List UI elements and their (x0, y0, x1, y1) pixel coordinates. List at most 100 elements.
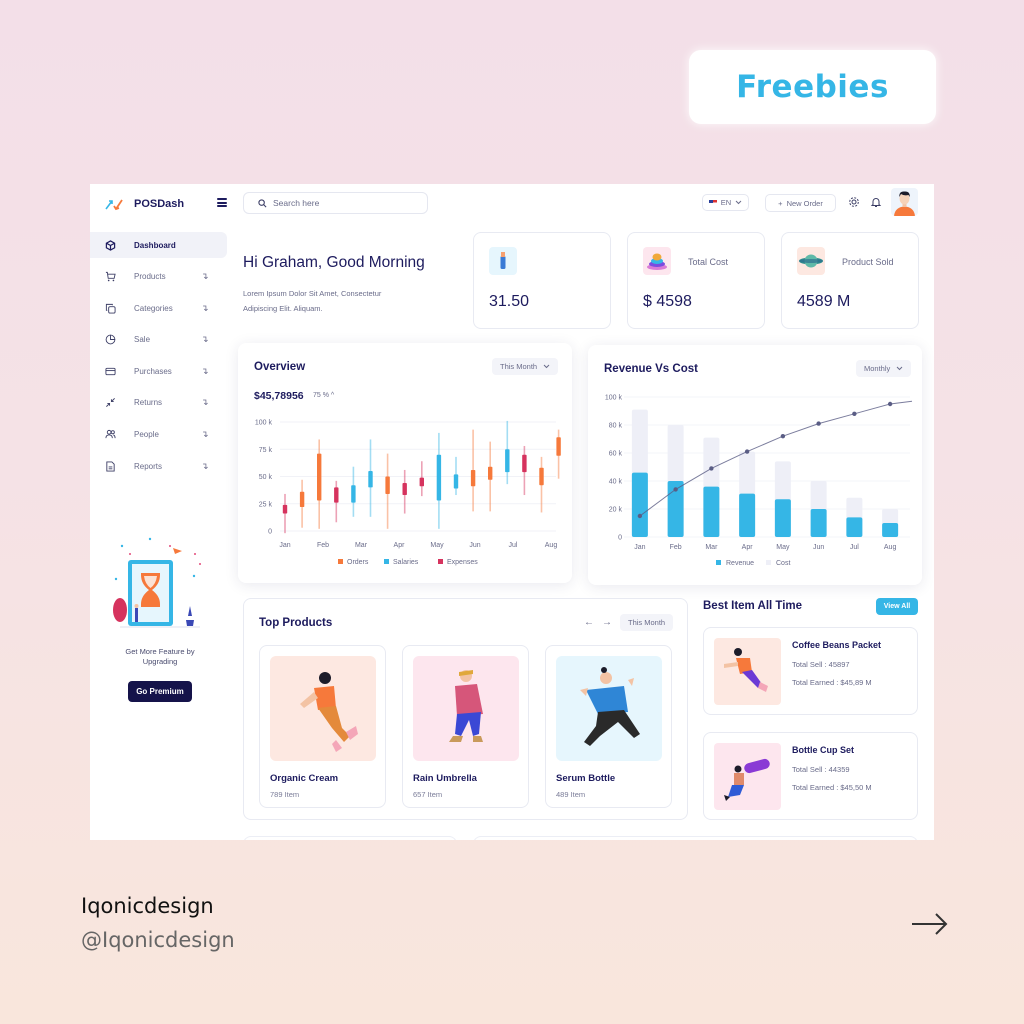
best-item-card[interactable]: Coffee Beans Packet Total Sell : 45897 T… (703, 627, 918, 715)
product-card[interactable]: Organic Cream 789 Item (259, 645, 386, 808)
arrow-right-icon[interactable] (911, 910, 949, 938)
bell-icon[interactable] (870, 196, 882, 208)
candle-body (368, 471, 373, 488)
search-input[interactable]: Search here (243, 192, 428, 214)
y-tick-label: 100 k (605, 395, 623, 402)
view-all-button[interactable]: View All (876, 598, 918, 615)
x-tick-label: Apr (394, 542, 406, 549)
user-avatar[interactable] (891, 188, 918, 216)
stat-card-total-cost: Total Cost $ 4598 (627, 232, 765, 329)
pie-chart-icon (105, 334, 116, 345)
x-tick-label: May (776, 544, 790, 551)
x-tick-label: Aug (884, 544, 897, 551)
revenue-cost-bar-chart: 0 20 k 40 k 60 k 80 k 100 k Jan Feb Mar Apr May Jun… (605, 395, 913, 567)
sidebar-item-returns[interactable]: Returns ↴ (90, 390, 227, 416)
x-tick-label: Apr (742, 544, 754, 551)
product-count: 657 Item (413, 790, 443, 799)
overview-candlestick-chart: 0 25 k 50 k 75 k 100 k Jan Feb Mar Apr May Jun Jul A… (255, 420, 561, 566)
sidebar-item-dashboard[interactable]: Dashboard (90, 232, 227, 258)
candle-body (317, 453, 322, 501)
gear-icon[interactable] (848, 196, 860, 208)
language-label: EN (720, 198, 732, 207)
legend-label: Salaries (393, 559, 419, 566)
hourglass-illustration (113, 537, 201, 628)
product-image (270, 656, 376, 761)
sidebar-item-products[interactable]: Products ↴ (90, 264, 227, 290)
chevron-down-icon (735, 200, 742, 205)
arrow-right-icon[interactable]: → (602, 617, 612, 628)
logo-text: POSDash (134, 198, 185, 210)
y-tick-label: 0 (618, 535, 622, 542)
x-tick-label: Mar (355, 542, 368, 549)
product-image (413, 656, 519, 761)
stack-icon (643, 247, 671, 275)
sidebar-item-categories[interactable]: Categories ↴ (90, 295, 227, 321)
product-name: Serum Bottle (556, 773, 616, 784)
logo[interactable]: POSDash (104, 196, 184, 212)
new-order-button[interactable]: + New Order (765, 194, 836, 212)
greeting-title: Hi Graham, Good Morning (243, 254, 425, 271)
freebies-badge: Freebies (689, 50, 936, 124)
sidebar-item-label: Dashboard (134, 240, 176, 250)
brand-handle: @Iqonicdesign (81, 928, 235, 952)
box-icon (105, 239, 116, 251)
next-card-edge (473, 836, 918, 840)
trend-point (709, 466, 714, 471)
revenue-bar (739, 493, 756, 537)
legend-label: Cost (776, 560, 790, 567)
y-tick-label: 50 k (259, 474, 273, 481)
legend-swatch (716, 560, 721, 565)
stat-label: Product Sold (842, 257, 894, 267)
top-products-title: Top Products (259, 617, 333, 629)
best-item-image (714, 638, 781, 705)
revenue-cost-card: Revenue Vs Cost Monthly 0 20 k 40 k 60 k 80 … (588, 345, 922, 585)
top-products-period-select[interactable]: This Month (620, 614, 674, 631)
new-order-label: New Order (786, 198, 823, 208)
cart-icon (105, 272, 116, 282)
flag-icon (708, 200, 717, 205)
trend-point (637, 513, 643, 519)
candle-body (488, 466, 493, 480)
x-tick-label: Jan (634, 544, 645, 551)
stat-value: $ 4598 (643, 293, 692, 310)
candle-body (282, 504, 288, 514)
y-tick-label: 75 k (259, 447, 273, 454)
sidebar-item-people[interactable]: People ↴ (90, 422, 227, 448)
product-card[interactable]: Rain Umbrella 657 Item (402, 645, 529, 808)
product-card[interactable]: Serum Bottle 489 Item (545, 645, 672, 808)
planet-icon (797, 247, 825, 275)
sidebar-item-reports[interactable]: Reports ↴ (90, 453, 227, 479)
best-item-name: Coffee Beans Packet (792, 640, 882, 650)
expand-arrow-icon: ↴ (201, 334, 209, 345)
menu-toggle-icon[interactable] (217, 198, 227, 207)
overview-card: Overview This Month $45,78956 75 % ^ 0 25… (238, 343, 572, 583)
next-card-edge (243, 836, 457, 840)
arrow-left-icon[interactable]: ← (584, 617, 594, 628)
sidebar-item-purchases[interactable]: Purchases ↴ (90, 358, 227, 384)
candle-body (436, 454, 442, 501)
y-tick-label: 20 k (609, 507, 623, 514)
users-icon (105, 429, 116, 439)
trend-point (816, 421, 821, 426)
avatar-image (894, 191, 915, 216)
best-item-card[interactable]: Bottle Cup Set Total Sell : 44359 Total … (703, 732, 918, 820)
x-tick-label: Jan (279, 542, 290, 549)
candle-body (419, 477, 424, 487)
stat-value: 31.50 (489, 293, 530, 310)
top-products-section: Top Products ← → This Month Organic Crea… (243, 598, 688, 820)
legend-label: Revenue (726, 560, 754, 567)
x-tick-label: Jun (469, 542, 480, 549)
y-tick-label: 25 k (259, 501, 273, 508)
trend-point (744, 449, 750, 454)
legend-swatch (438, 559, 443, 564)
revenue-bar (703, 486, 720, 537)
sidebar-item-sale[interactable]: Sale ↴ (90, 327, 227, 353)
sidebar-item-label: Reports (134, 461, 163, 471)
revenue-bar (774, 499, 791, 537)
file-icon (106, 461, 115, 472)
language-select[interactable]: EN (702, 194, 749, 211)
go-premium-button[interactable]: Go Premium (128, 681, 192, 702)
candle-body (539, 467, 544, 486)
product-count: 489 Item (556, 790, 586, 799)
expand-arrow-icon: ↴ (201, 302, 209, 313)
